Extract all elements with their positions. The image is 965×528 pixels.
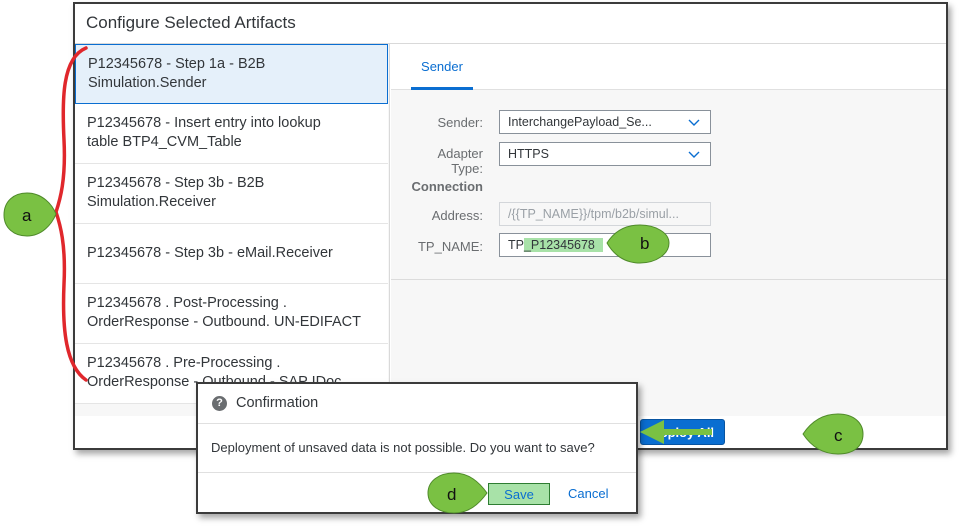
- svg-text:a: a: [22, 206, 32, 225]
- adapter-type-label: Adapter Type:: [437, 146, 483, 176]
- save-button[interactable]: Save: [488, 483, 550, 505]
- connection-heading: Connection: [411, 179, 484, 194]
- confirmation-cancel-button[interactable]: Cancel: [568, 486, 608, 501]
- dialog-title: Configure Selected Artifacts: [75, 4, 946, 44]
- confirmation-footer: Save Cancel: [198, 472, 636, 512]
- sender-form: Sender: InterchangePayload_Se... Adapter…: [391, 90, 946, 280]
- callout-a: a: [3, 192, 57, 237]
- tpname-label: TP_NAME:: [417, 239, 483, 254]
- details-pane: Sender Sender: InterchangePayload_Se... …: [391, 44, 946, 416]
- question-icon: ?: [212, 396, 227, 411]
- confirmation-dialog: ? Confirmation Deployment of unsaved dat…: [196, 382, 638, 514]
- confirmation-title: Confirmation: [236, 395, 319, 411]
- sender-select[interactable]: InterchangePayload_Se...: [499, 110, 711, 134]
- artifact-item[interactable]: P12345678 - Step 3b - eMail.Receiver: [75, 224, 388, 284]
- address-field: /{{TP_NAME}}/tpm/b2b/simul...: [499, 202, 711, 226]
- cancel-link[interactable]: Cancel: [812, 424, 852, 439]
- artifact-item[interactable]: P12345678 . Post-Processing . OrderRespo…: [75, 284, 388, 344]
- deploy-all-button[interactable]: Deploy All: [640, 419, 725, 445]
- artifact-list: P12345678 - Step 1a - B2B Simulation.Sen…: [75, 44, 390, 416]
- tab-bar: Sender: [391, 44, 946, 90]
- tpname-highlight: _P12345678: [523, 238, 603, 252]
- sender-label: Sender:: [437, 115, 483, 130]
- artifact-item[interactable]: P12345678 - Step 3b - B2B Simulation.Rec…: [75, 164, 388, 224]
- tpname-input[interactable]: TP_P12345678: [499, 233, 711, 257]
- adapter-type-select[interactable]: HTTPS: [499, 142, 711, 166]
- chevron-down-icon: [688, 151, 700, 158]
- chevron-down-icon: [688, 119, 700, 126]
- artifact-item[interactable]: P12345678 - Step 1a - B2B Simulation.Sen…: [75, 44, 388, 104]
- confirmation-header: ? Confirmation: [198, 384, 636, 424]
- confirmation-message: Deployment of unsaved data is not possib…: [211, 440, 595, 455]
- tab-sender[interactable]: Sender: [411, 44, 473, 90]
- address-label: Address:: [431, 208, 483, 223]
- artifact-item[interactable]: P12345678 - Insert entry into lookup tab…: [75, 104, 388, 164]
